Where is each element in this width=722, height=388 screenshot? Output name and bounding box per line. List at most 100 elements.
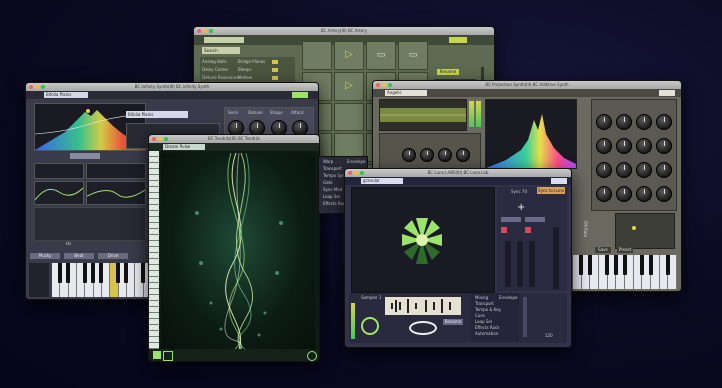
piano-key-black[interactable]: [66, 263, 70, 283]
window-controls[interactable]: [152, 137, 168, 141]
zoom-icon[interactable]: [209, 29, 213, 33]
menu-item[interactable]: Cues: [475, 313, 485, 318]
knob[interactable]: [596, 138, 612, 154]
knob[interactable]: [402, 148, 416, 162]
tendrils-left-keys[interactable]: [149, 151, 159, 349]
knob[interactable]: [596, 114, 612, 130]
list-item[interactable]: Bridge Pianos: [238, 59, 265, 64]
grid-icon[interactable]: [153, 351, 161, 359]
piano-keyboard[interactable]: [52, 263, 152, 297]
window-controls[interactable]: [376, 83, 392, 87]
zoom-icon[interactable]: [360, 171, 364, 175]
piano-key[interactable]: [101, 263, 111, 297]
save-button[interactable]: Save: [595, 247, 611, 253]
zoom-icon[interactable]: [41, 85, 45, 89]
artery-search[interactable]: Search: [202, 47, 240, 54]
piano-key[interactable]: [126, 263, 136, 297]
menu-item[interactable]: Loop Sel: [475, 319, 492, 324]
pad-folder-icon[interactable]: ▭: [398, 41, 428, 70]
knob[interactable]: [596, 186, 612, 202]
artery-titlebar[interactable]: BC Artery(III) BC Artery: [194, 27, 494, 35]
menu-item[interactable]: Transport: [475, 301, 494, 306]
xy-pad[interactable]: [615, 213, 675, 249]
rename-button[interactable]: Rename: [443, 319, 463, 325]
piano-key-black[interactable]: [116, 263, 120, 283]
minimize-icon[interactable]: [382, 83, 386, 87]
knob[interactable]: [420, 148, 434, 162]
close-icon[interactable]: [29, 85, 33, 89]
piano-key-black[interactable]: [666, 255, 670, 275]
list-item[interactable]: Mellow: [238, 75, 252, 80]
menu-item[interactable]: Effects Rack: [475, 325, 500, 330]
additive-rec-button[interactable]: [659, 90, 675, 96]
piano-key-black[interactable]: [614, 255, 618, 275]
additive-titlebar[interactable]: BC Projection Synth(III) BC Additive Syn…: [373, 81, 681, 89]
knob[interactable]: [616, 186, 632, 202]
tendrils-preset-box[interactable]: Dream Pulse: [163, 144, 205, 150]
preset-button[interactable]: Preset: [617, 247, 633, 253]
window-controls[interactable]: [348, 171, 364, 175]
zoom-icon[interactable]: [388, 83, 392, 87]
menu-item[interactable]: Automation: [475, 331, 498, 336]
slider[interactable]: [501, 217, 521, 222]
piano-key-black[interactable]: [640, 255, 644, 275]
menu-item[interactable]: Envelope: [347, 159, 365, 164]
luna-rec-button[interactable]: [551, 178, 567, 184]
piano-key-black[interactable]: [141, 263, 145, 283]
piano-key-black[interactable]: [579, 255, 583, 275]
fader[interactable]: [505, 241, 511, 287]
infinity-rec-button[interactable]: [292, 92, 308, 98]
pad-play-icon[interactable]: ▷: [334, 41, 364, 70]
piano-key-black[interactable]: [623, 255, 627, 275]
zoom-icon[interactable]: [164, 137, 168, 141]
close-icon[interactable]: [152, 137, 156, 141]
knob[interactable]: [636, 114, 652, 130]
piano-key-black[interactable]: [91, 263, 95, 283]
knob[interactable]: [636, 162, 652, 178]
artery-rec-button[interactable]: [449, 37, 467, 43]
menu-item[interactable]: Loop Sel: [323, 194, 340, 199]
knob[interactable]: [656, 162, 672, 178]
knob[interactable]: [656, 138, 672, 154]
red-button[interactable]: [501, 227, 507, 233]
additive-preset-box[interactable]: Angelic: [385, 90, 427, 96]
minimize-icon[interactable]: [158, 137, 162, 141]
close-icon[interactable]: [376, 83, 380, 87]
close-icon[interactable]: [348, 171, 352, 175]
knob[interactable]: [636, 138, 652, 154]
pad-play-icon[interactable]: ▷: [334, 71, 364, 101]
drive-button[interactable]: Drive: [98, 253, 128, 259]
knob[interactable]: [596, 162, 612, 178]
plucky-button[interactable]: Plucky: [30, 253, 60, 259]
mod-wheels[interactable]: [29, 263, 49, 297]
knob[interactable]: [616, 138, 632, 154]
menu-item[interactable]: Gate: [323, 180, 333, 185]
settings-icon[interactable]: [307, 351, 317, 361]
tendrils-titlebar[interactable]: BC Tendrils(III) BC Tendrils: [149, 135, 319, 143]
knob[interactable]: [656, 186, 672, 202]
red-button[interactable]: [525, 227, 531, 233]
list-item[interactable]: Detune Resonance: [202, 75, 240, 80]
piano-key-black[interactable]: [605, 255, 609, 275]
menu-item[interactable]: Tempo & Key: [475, 307, 501, 312]
pad[interactable]: [302, 41, 332, 70]
eye-icon[interactable]: [409, 321, 437, 335]
plus-icon[interactable]: +: [517, 203, 525, 213]
beat-button[interactable]: Beat: [64, 253, 94, 259]
luna-titlebar[interactable]: BC Luna LABS(III) BC Luna Lab: [345, 169, 571, 177]
knob[interactable]: [438, 148, 452, 162]
loop-icon[interactable]: [361, 317, 379, 335]
menu-item[interactable]: Sync Mod: [323, 187, 342, 192]
play-button[interactable]: [70, 153, 100, 159]
fader-tall[interactable]: [553, 227, 559, 289]
list-item[interactable]: Bleeps: [238, 67, 251, 72]
window-controls[interactable]: [197, 29, 213, 33]
infinity-preset-box-2[interactable]: Bifolia Plains: [126, 111, 188, 118]
minimize-icon[interactable]: [354, 171, 358, 175]
piano-key-black[interactable]: [58, 263, 62, 283]
infinity-titlebar[interactable]: BC Infinity Synth(III) BC Infinity Synth: [26, 83, 318, 91]
piano-key-black[interactable]: [99, 263, 103, 283]
list-item[interactable]: Delay Center: [202, 67, 228, 72]
fader[interactable]: [517, 241, 523, 287]
artery-rename-button[interactable]: Rename: [437, 69, 459, 75]
